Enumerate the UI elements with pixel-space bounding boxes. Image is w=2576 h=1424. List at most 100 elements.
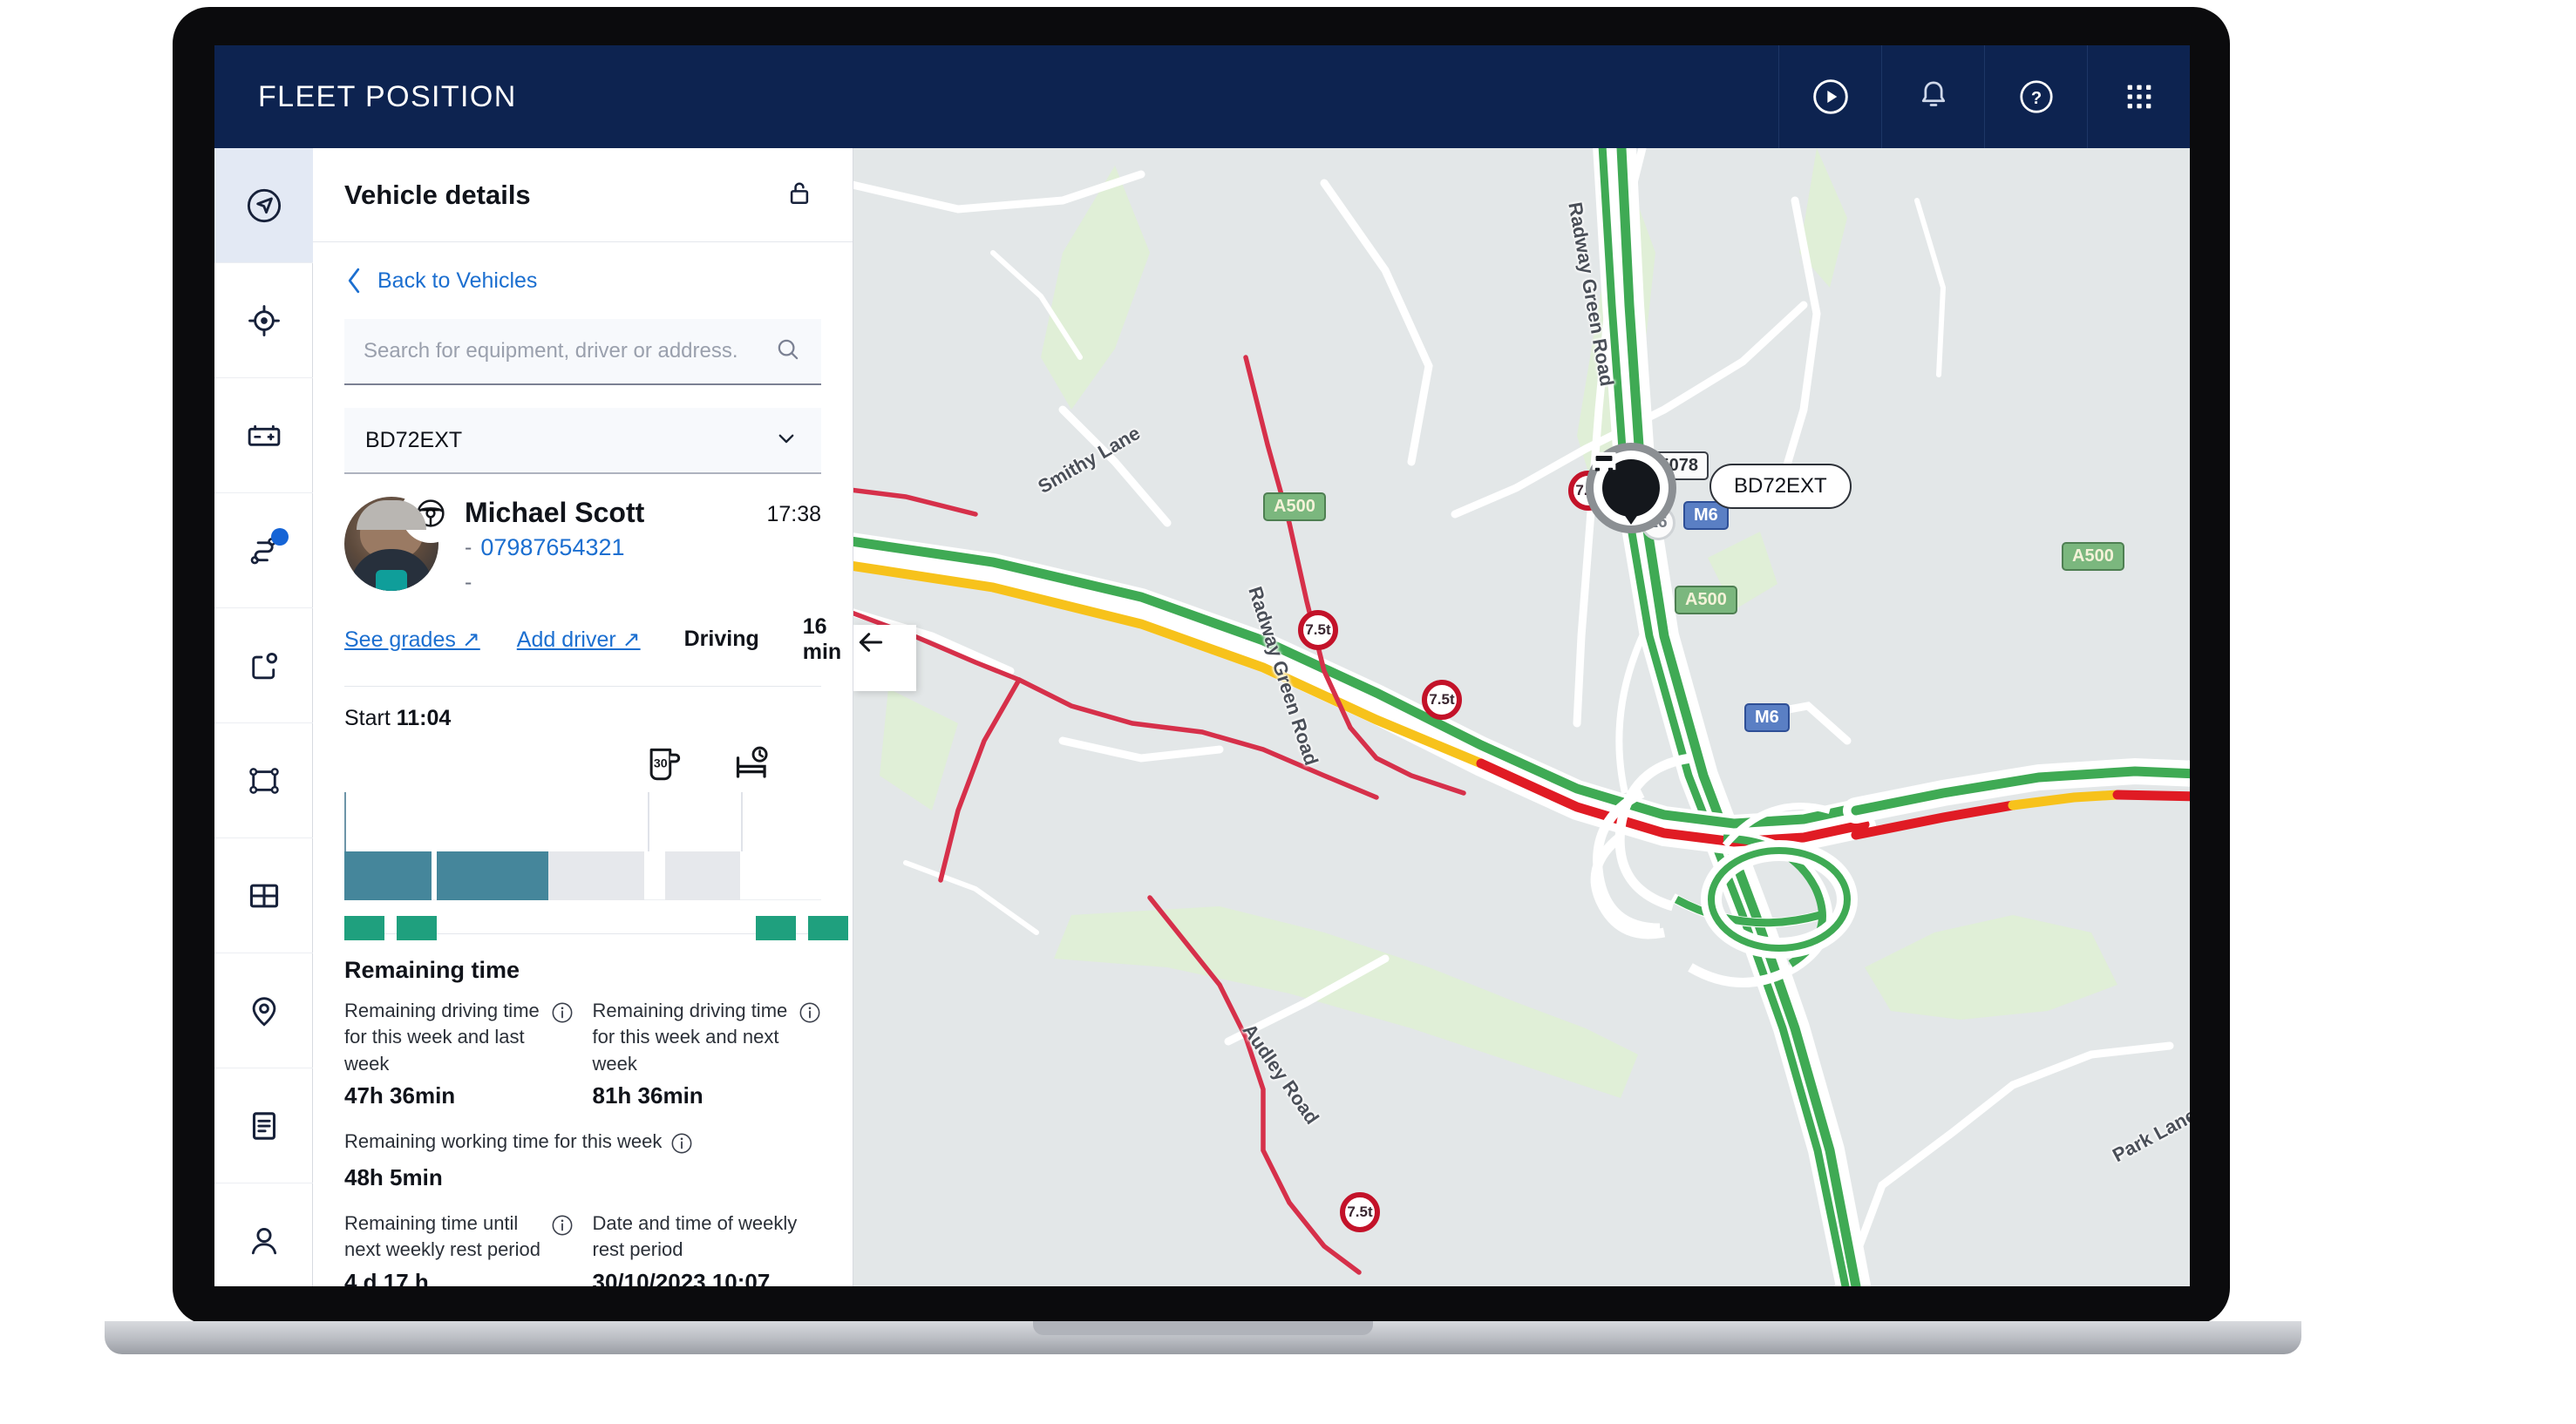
remaining-card: Remaining driving time for this week and… [593,998,822,1109]
remaining-time-title: Remaining time [344,957,821,984]
weight-restriction-sign: 7.5t [1422,680,1462,720]
remaining-time-section: Remaining time Remaining driving time fo… [313,934,853,1286]
driver-phone-link[interactable]: 07987654321 [480,534,624,561]
sidebar-item-battery[interactable] [214,378,313,493]
play-circle-icon[interactable] [1778,45,1881,148]
remaining-card-value: 81h 36min [593,1082,822,1109]
map-canvas[interactable]: Radway Green Road Smithy Lane Radway Gre… [853,148,2190,1286]
timeline-segment-idle [665,851,740,900]
search-icon[interactable] [774,336,802,368]
remaining-card-label: Remaining working time for this week [344,1129,662,1155]
remaining-card-value: 48h 5min [344,1164,821,1191]
sidebar-item-areas[interactable] [214,723,313,838]
remaining-card-value: 47h 36min [344,1082,574,1109]
chevron-down-icon[interactable] [772,424,800,457]
add-driver-link[interactable]: Add driver ↗ [517,627,641,653]
remaining-card-value: 30/10/2023 10:07 [593,1269,822,1286]
timeline-icons: 30 [344,742,821,789]
timeline-axis [344,792,821,851]
timeline-work-block [397,916,437,940]
timeline-work-block [756,916,796,940]
driver-dash-1: - [465,535,480,560]
heading-arrow-icon [1621,511,1641,525]
remaining-card-label: Remaining driving time for this week and… [344,998,542,1077]
back-link-label: Back to Vehicles [377,268,537,294]
road-shield-m6: M6 [1744,703,1790,732]
svg-text:?: ? [2030,89,2041,108]
sidebar-item-places[interactable] [214,953,313,1068]
sidebar-item-reports[interactable] [214,1068,313,1183]
driver-time: 17:38 [766,497,821,527]
header-actions: ? [1778,45,2190,148]
driver-card: Michael Scott 17:38 - 07987654321 - [313,474,853,595]
remaining-card-label: Date and time of weekly rest period [593,1210,822,1264]
sidebar-item-trips[interactable] [214,493,313,608]
map-greenspace [880,148,2117,1098]
bed-clock-icon [731,743,773,790]
remaining-card: Remaining time until next weekly rest pe… [344,1210,574,1286]
driver-info: Michael Scott 17:38 - 07987654321 - [438,497,821,595]
see-grades-link[interactable]: See grades ↗ [344,627,480,653]
info-icon[interactable] [551,1001,574,1028]
remaining-card-label: Remaining time until next weekly rest pe… [344,1210,542,1264]
remaining-card-value: 4 d 17 h [344,1269,574,1286]
info-icon[interactable] [551,1214,574,1241]
avatar [344,497,438,591]
sidebar-item-dashboard[interactable] [214,838,313,953]
map-restricted-roads [853,357,1464,1272]
road-shield-a500: A500 [1675,586,1737,614]
sidebar-badge-dot [271,528,289,546]
laptop-screen: FLEET POSITION ? [214,45,2190,1286]
timeline-segment-idle [548,851,644,900]
laptop-notch [1033,1321,1373,1335]
timeline-segment-drive [437,851,548,900]
break-minutes: 30 [654,756,668,770]
sidebar-rail [214,148,313,1286]
timeline-work-block [808,916,848,940]
screenshot-root: FLEET POSITION ? [0,0,2576,1424]
timeline-work-block [344,916,384,940]
driving-status-label: Driving [684,627,759,652]
tachograph-timeline: Start 11:04 30 [313,687,853,888]
road-shield-a500: A500 [2062,542,2124,571]
apps-grid-icon[interactable] [2087,45,2190,148]
timeline-start-time: 11:04 [397,706,452,730]
vehicle-select-section: BD72EXT [313,385,853,474]
map-vectors [853,148,2190,1286]
arrow-left-icon [853,625,888,660]
info-icon[interactable] [799,1001,821,1028]
driver-dash-2: - [465,570,821,595]
app-body: Vehicle details Back to Vehicles [214,148,2190,1286]
sidebar-item-account[interactable] [214,1183,313,1286]
vehicle-marker[interactable] [1586,443,1676,533]
remaining-card: Date and time of weekly rest period 30/1… [593,1210,822,1286]
panel-header: Vehicle details [313,148,853,242]
app-header: FLEET POSITION ? [214,45,2190,148]
app-brand-title: FLEET POSITION [214,80,517,114]
weight-restriction-sign: 7.5t [1340,1192,1380,1232]
vehicle-label-pill[interactable]: BD72EXT [1709,464,1852,509]
unlock-icon[interactable] [783,176,816,214]
driver-actions: See grades ↗ Add driver ↗ Driving 16 min [313,595,853,665]
back-to-vehicles-link[interactable]: Back to Vehicles [313,242,853,314]
timeline-bar [344,851,821,900]
page-title: Vehicle details [344,180,531,211]
weight-restriction-sign: 7.5t [1298,610,1338,650]
sidebar-item-zones[interactable] [214,608,313,723]
search-input[interactable] [364,339,774,363]
bell-icon[interactable] [1881,45,1984,148]
timeline-start: Start 11:04 [344,706,821,731]
sidebar-item-live-map[interactable] [214,148,313,263]
info-icon[interactable] [670,1132,693,1159]
sidebar-item-locate[interactable] [214,263,313,378]
collapse-panel-button[interactable] [853,625,916,691]
vehicle-select[interactable]: BD72EXT [344,408,821,474]
road-shield-a500: A500 [1263,492,1326,521]
search-box[interactable] [344,319,821,385]
vehicle-details-panel: Vehicle details Back to Vehicles [313,148,853,1286]
help-circle-icon[interactable]: ? [1984,45,2087,148]
remaining-time-row-2: Remaining working time for this week 48h… [344,1129,821,1191]
timeline-segment-drive [344,851,432,900]
remaining-time-row-3: Remaining time until next weekly rest pe… [344,1210,821,1286]
vehicle-select-value: BD72EXT [365,428,462,453]
